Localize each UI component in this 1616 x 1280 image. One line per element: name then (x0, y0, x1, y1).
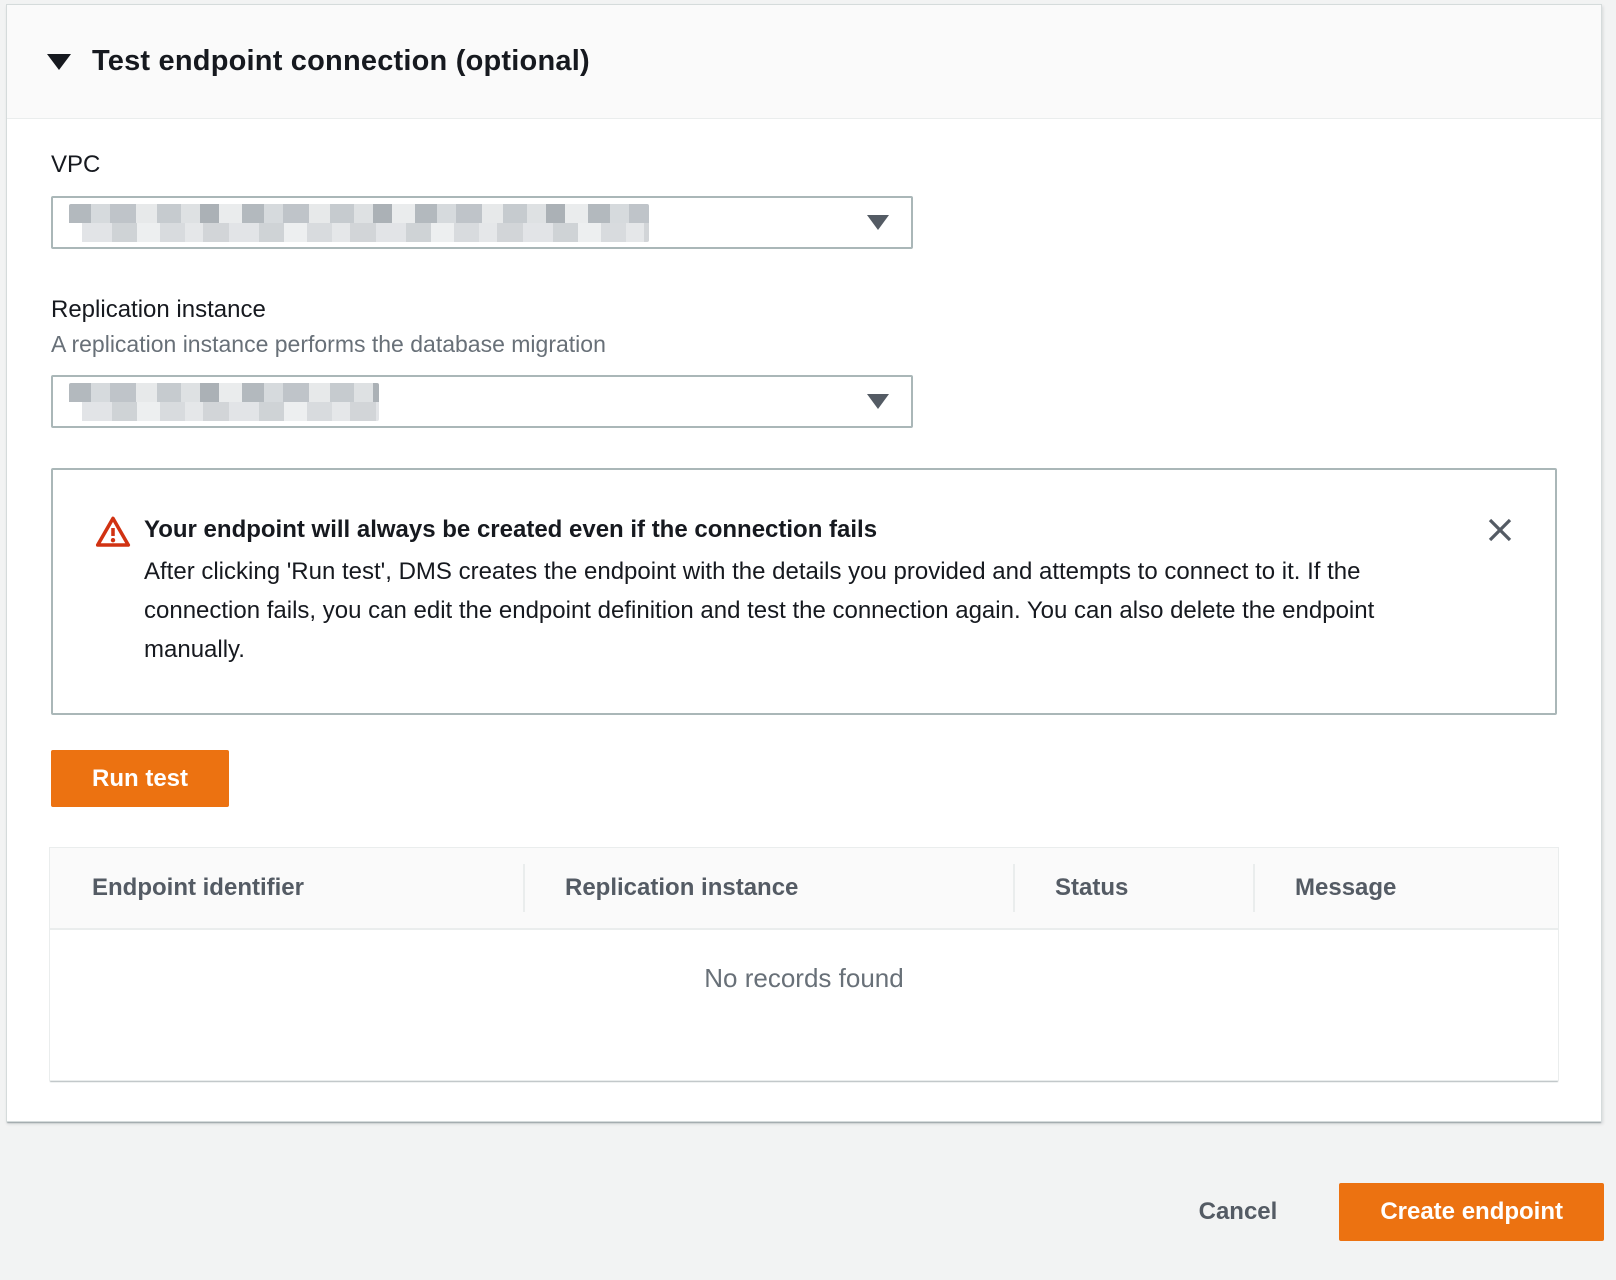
create-endpoint-button[interactable]: Create endpoint (1339, 1183, 1604, 1241)
section-header[interactable]: Test endpoint connection (optional) (7, 5, 1601, 119)
column-header-status: Status (1013, 848, 1253, 928)
alert-title: Your endpoint will always be created eve… (144, 513, 1439, 546)
dropdown-arrow-icon (867, 215, 889, 230)
section-title: Test endpoint connection (optional) (92, 45, 590, 78)
vpc-label: VPC (51, 151, 1557, 179)
warning-alert: Your endpoint will always be created eve… (51, 468, 1557, 715)
test-endpoint-connection-panel: Test endpoint connection (optional) VPC … (6, 4, 1602, 1122)
close-icon (1485, 515, 1515, 545)
replication-instance-label: Replication instance (51, 296, 1557, 324)
alert-close-button[interactable] (1483, 513, 1517, 547)
vpc-select[interactable] (51, 196, 913, 249)
run-test-button[interactable]: Run test (51, 750, 229, 807)
redacted-replication-instance-value (69, 383, 379, 421)
wizard-footer: Cancel Create endpoint (0, 1122, 1616, 1280)
alert-body: After clicking 'Run test', DMS creates t… (144, 552, 1439, 669)
table-header-row: Endpoint identifier Replication instance… (50, 848, 1558, 930)
column-header-replication-instance: Replication instance (523, 848, 1013, 928)
section-body: VPC Replication instance A replication i… (7, 119, 1601, 1121)
warning-triangle-icon (95, 515, 131, 549)
column-header-endpoint-identifier: Endpoint identifier (50, 848, 523, 928)
connection-results-table: Endpoint identifier Replication instance… (49, 847, 1559, 1081)
dropdown-arrow-icon (867, 394, 889, 409)
replication-instance-description: A replication instance performs the data… (51, 331, 1557, 358)
column-header-message: Message (1253, 848, 1558, 928)
triangle-down-icon[interactable] (47, 54, 71, 70)
redacted-vpc-value (69, 204, 649, 242)
cancel-button[interactable]: Cancel (1199, 1198, 1278, 1226)
empty-state-text: No records found (50, 930, 1558, 1080)
replication-instance-select[interactable] (51, 375, 913, 428)
